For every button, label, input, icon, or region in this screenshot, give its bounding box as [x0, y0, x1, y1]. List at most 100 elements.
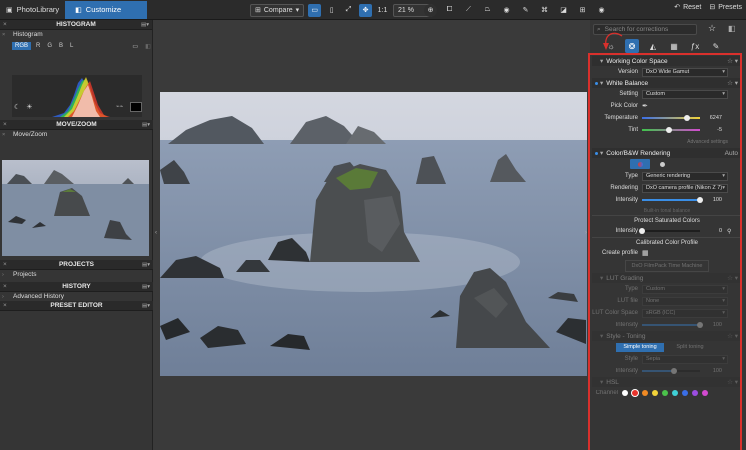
presets-label: Presets — [718, 3, 742, 11]
close-icon[interactable]: × — [3, 121, 7, 128]
projects-panel-header[interactable]: × PROJECTS ▤▾ — [0, 260, 153, 270]
channel-l[interactable]: L — [68, 43, 75, 49]
customize-icon: ◧ — [75, 6, 82, 14]
perspective-icon: ⏢ — [484, 6, 491, 13]
horizon-icon: ⟋ — [466, 6, 471, 13]
close-icon[interactable]: × — [3, 283, 7, 290]
top-toolbar: ▣ PhotoLibrary ◧ Customize ⊞ Compare ▾ ▭… — [0, 0, 746, 20]
tab-photolibrary[interactable]: ▣ PhotoLibrary — [0, 1, 65, 19]
channel-rgb[interactable]: RGB — [12, 42, 32, 50]
monitor-icon[interactable]: ▭ — [130, 43, 140, 50]
clipping-icon[interactable]: ◧ — [143, 43, 153, 50]
move-tool-button[interactable]: ✥ — [359, 3, 372, 17]
navigator-thumbnail[interactable] — [2, 160, 149, 256]
projects-subheader[interactable]: › Projects — [0, 270, 153, 279]
channel-b[interactable]: B — [57, 43, 65, 49]
movezoom-subheader[interactable]: × Move/Zoom — [0, 130, 153, 139]
move-icon: ✥ — [362, 7, 369, 14]
redeye-tool-button[interactable]: ◉ — [500, 4, 513, 17]
main-photo[interactable] — [160, 92, 587, 376]
watermark-icon: ◪ — [560, 7, 567, 14]
compare-icon: ⊞ — [255, 7, 261, 14]
close-icon[interactable]: × — [3, 261, 7, 268]
compare-button[interactable]: ⊞ Compare ▾ — [250, 3, 305, 17]
zoom-icon: ⊕ — [427, 7, 434, 14]
left-panel: × HISTOGRAM ▤▾ × Histogram RGB R G B L ▭… — [0, 20, 153, 450]
local-palette-tab[interactable]: ✎ — [709, 39, 723, 53]
histogram-channels: RGB R G B L ▭ ◧ — [12, 42, 152, 50]
split-view-icon: ▯ — [329, 7, 334, 14]
detail-palette-tab[interactable]: ◭ — [646, 39, 660, 53]
fx-icon: ƒx — [690, 41, 700, 51]
histogram-sub-label: Histogram — [13, 31, 43, 38]
repair-icon: ✎ — [522, 7, 529, 14]
perspective-tool-button[interactable]: ⏢ — [481, 4, 494, 17]
chevron-right-icon[interactable]: › — [2, 272, 4, 278]
close-icon[interactable]: × — [2, 132, 5, 138]
watermark-button[interactable]: ◪ — [557, 4, 570, 17]
tab-customize-label: Customize — [85, 5, 122, 14]
repair-tool-button[interactable]: ✎ — [519, 4, 532, 17]
collapse-left-icon[interactable]: ‹ — [155, 230, 158, 240]
close-icon[interactable]: × — [3, 21, 7, 28]
geometry-icon: ▦ — [670, 41, 678, 51]
history-panel-header[interactable]: × HISTORY ▤▾ — [0, 282, 153, 292]
zoom-100-button[interactable]: 1:1 — [376, 4, 389, 17]
chevron-down-icon: ▾ — [295, 7, 300, 14]
history-sub-label: Advanced History — [13, 293, 64, 300]
fit-screen-icon: ⤢ — [345, 6, 352, 13]
movezoom-title: MOVE/ZOOM — [56, 121, 97, 128]
color-circles-icon: ❂ — [628, 41, 636, 51]
histogram-footer: ☾ ☀ — [14, 103, 33, 111]
histogram-panel-header[interactable]: × HISTOGRAM ▤▾ — [0, 20, 152, 30]
single-view-button[interactable]: ▭ — [308, 3, 322, 17]
effects-palette-tab[interactable]: ƒx — [688, 39, 702, 53]
panel-menu-icon[interactable]: ▤▾ — [142, 303, 150, 309]
movezoom-panel-header[interactable]: × MOVE/ZOOM ▤▾ — [0, 120, 153, 130]
projects-title: PROJECTS — [58, 261, 95, 268]
toggle-panel-icon[interactable]: ◧ — [728, 24, 736, 33]
image-viewer[interactable]: ‹ › — [154, 20, 587, 450]
horizon-tool-button[interactable]: ⟋ — [462, 4, 475, 17]
shadow-clip-icon[interactable]: ☾ — [14, 103, 20, 111]
panel-menu-icon[interactable]: ▤▾ — [142, 122, 150, 128]
tab-customize[interactable]: ◧ Customize — [65, 0, 148, 19]
presets-button[interactable]: ⊟ Presets — [709, 3, 742, 12]
highlight-box — [588, 53, 742, 450]
history-title: HISTORY — [62, 283, 91, 290]
channel-g[interactable]: G — [45, 43, 54, 49]
geometry-palette-tab[interactable]: ▦ — [667, 39, 681, 53]
panel-menu-icon[interactable]: ▤▾ — [142, 284, 150, 290]
eye-icon: ◉ — [598, 7, 605, 14]
zoom-tool-button[interactable]: ⊕ — [424, 3, 437, 17]
grid-icon: ⊞ — [579, 7, 586, 14]
local-adjust-button[interactable]: ⌘ — [538, 4, 551, 17]
history-subheader[interactable]: › Advanced History — [0, 292, 153, 301]
preview-button[interactable]: ◉ — [595, 4, 608, 17]
app-window: ▣ PhotoLibrary ◧ Customize ⊞ Compare ▾ ▭… — [0, 0, 746, 450]
preset-editor-title: PRESET EDITOR — [50, 302, 103, 309]
histogram-subheader[interactable]: × Histogram — [0, 30, 152, 39]
panel-menu-icon[interactable]: ▤▾ — [142, 262, 150, 268]
favorite-star-icon[interactable]: ☆ — [708, 23, 716, 34]
movezoom-sub-label: Move/Zoom — [13, 131, 48, 138]
chevron-right-icon[interactable]: › — [2, 294, 4, 300]
color-palette-tab[interactable]: ❂ — [625, 39, 639, 53]
histogram-options-icon[interactable]: ⌁⌁ — [116, 103, 123, 110]
color-swatch[interactable] — [130, 102, 142, 112]
preset-editor-panel-header[interactable]: × PRESET EDITOR ▤▾ — [0, 301, 153, 311]
close-icon[interactable]: × — [3, 302, 7, 309]
crop-tool-button[interactable]: ⧠ — [443, 4, 456, 17]
split-view-button[interactable]: ▯ — [325, 4, 338, 17]
channel-r[interactable]: R — [34, 43, 42, 49]
panel-menu-icon[interactable]: ▤▾ — [141, 22, 149, 28]
close-icon[interactable]: × — [2, 32, 5, 38]
reset-button[interactable]: ↶ Reset — [674, 3, 701, 12]
triangle-icon: ◭ — [649, 41, 657, 51]
single-view-icon: ▭ — [311, 7, 318, 14]
highlight-clip-icon[interactable]: ☀ — [26, 103, 32, 111]
redeye-icon: ◉ — [503, 7, 510, 14]
compare-label: Compare — [263, 6, 293, 14]
grid-button[interactable]: ⊞ — [576, 4, 589, 17]
fit-screen-button[interactable]: ⤢ — [342, 4, 355, 17]
